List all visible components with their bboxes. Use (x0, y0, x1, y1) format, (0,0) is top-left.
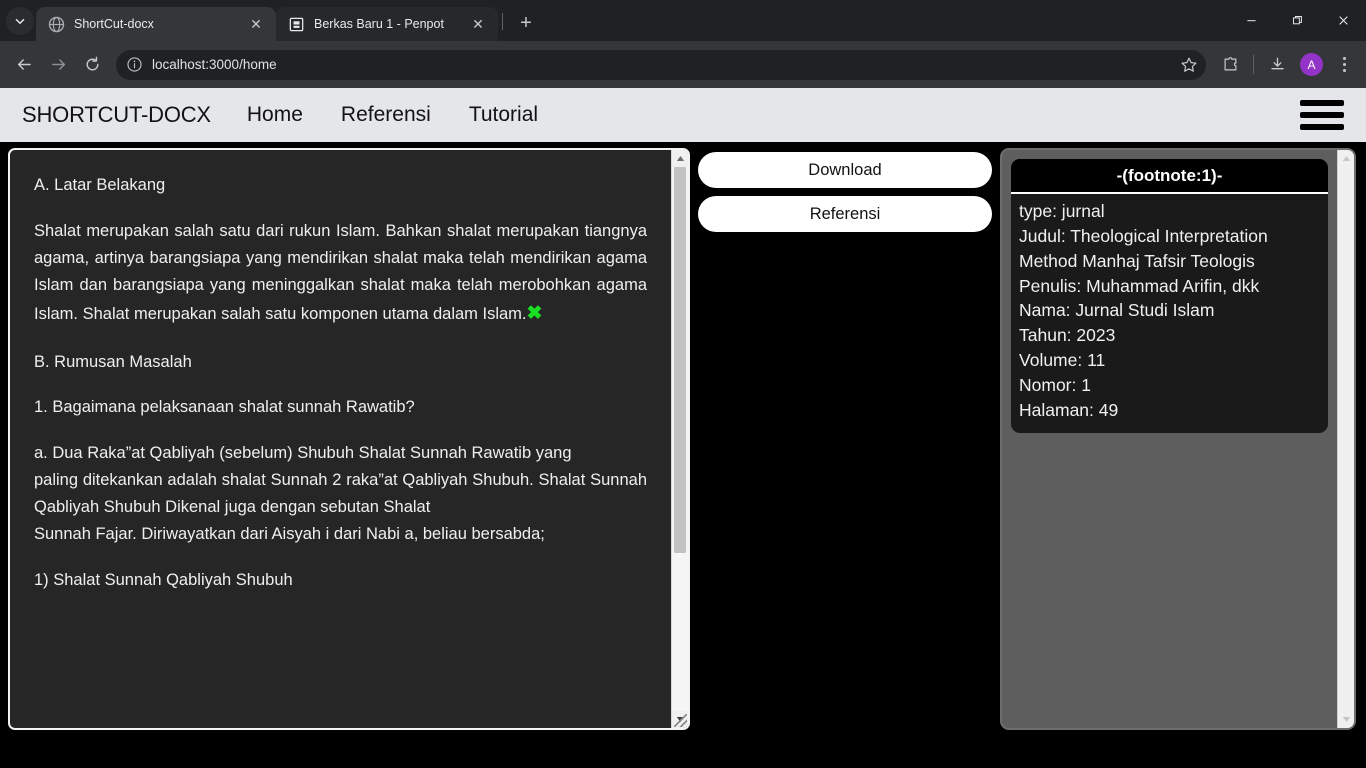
doc-paragraph: B. Rumusan Masalah (34, 352, 192, 371)
app-navbar: SHORTCUT-DOCX Home Referensi Tutorial (0, 88, 1366, 142)
new-tab-button[interactable]: + (511, 8, 541, 38)
hamburger-icon[interactable] (1300, 100, 1344, 130)
info-circle-icon[interactable] (126, 56, 143, 73)
footnote-fields: type: jurnal Judul: Theological Interpre… (1011, 194, 1328, 423)
reference-column: -(footnote:1)- type: jurnal Judul: Theol… (1000, 148, 1366, 730)
caret-up-icon (676, 156, 684, 161)
window-minimize-button[interactable] (1228, 0, 1274, 41)
scrollbar-up-button[interactable] (1338, 150, 1354, 167)
forward-arrow-icon (51, 59, 65, 70)
doc-paragraph: 1. Bagaimana pelaksanaan shalat sunnah R… (34, 398, 415, 417)
document-panel[interactable]: A. Latar Belakang Shalat merupakan salah… (8, 148, 690, 730)
url-text[interactable]: localhost:3000/home (152, 57, 1171, 72)
window-close-button[interactable] (1320, 0, 1366, 41)
tab-search-button[interactable] (6, 7, 34, 35)
restore-icon (1292, 15, 1302, 25)
app-main: A. Latar Belakang Shalat merupakan salah… (0, 142, 1366, 768)
referensi-button[interactable]: Referensi (698, 196, 992, 232)
scrollbar-up-button[interactable] (672, 150, 688, 167)
scrollbar-track[interactable] (672, 167, 688, 711)
caret-down-icon (1342, 717, 1350, 722)
window-maximize-button[interactable] (1274, 0, 1320, 41)
tab-close-icon[interactable]: ✕ (468, 14, 488, 34)
document-content[interactable]: A. Latar Belakang Shalat merupakan salah… (10, 150, 671, 728)
document-scrollbar[interactable] (671, 150, 688, 728)
browser-tab-shortcut-docx[interactable]: ShortCut-docx ✕ (36, 7, 276, 41)
reload-icon (86, 56, 98, 71)
close-icon (1338, 16, 1348, 25)
star-icon[interactable] (1180, 56, 1198, 74)
browser-toolbar: localhost:3000/home A (0, 41, 1366, 88)
resize-grip-icon[interactable] (674, 714, 687, 727)
doc-paragraph: paling ditekankan adalah shalat Sunnah 2… (34, 471, 647, 517)
doc-paragraph: Sunnah Fajar. Diriwayatkan dari Aisyah i… (34, 524, 545, 543)
footnote-card-title: -(footnote:1)- (1011, 159, 1328, 194)
globe-icon (48, 16, 65, 33)
kebab-menu-icon (1342, 57, 1346, 60)
doc-paragraph-text: Shalat merupakan salah satu dari rukun I… (34, 221, 647, 323)
doc-paragraph: Shalat merupakan salah satu dari rukun I… (34, 218, 647, 330)
footnote-field-volume: Volume: 11 (1019, 350, 1106, 371)
back-arrow-icon (17, 59, 31, 70)
browser-menu-button[interactable] (1330, 50, 1358, 80)
reference-list: -(footnote:1)- type: jurnal Judul: Theol… (1002, 150, 1337, 728)
toolbar-divider (1253, 55, 1254, 74)
footnote-card[interactable]: -(footnote:1)- type: jurnal Judul: Theol… (1011, 159, 1328, 433)
document-column: A. Latar Belakang Shalat merupakan salah… (0, 148, 690, 730)
caret-up-icon (1342, 156, 1350, 161)
address-bar[interactable]: localhost:3000/home (116, 49, 1206, 80)
tab-separator (502, 13, 503, 30)
downloads-button[interactable] (1261, 49, 1293, 81)
footnote-field-nomor: Nomor: 1 (1019, 374, 1091, 395)
extensions-puzzle-icon (1224, 57, 1236, 71)
doc-paragraph: A. Latar Belakang (34, 176, 166, 194)
nav-link-tutorial[interactable]: Tutorial (469, 103, 538, 127)
tab-close-icon[interactable]: ✕ (246, 14, 266, 34)
tab-title: ShortCut-docx (74, 17, 154, 31)
footnote-field-nama: Nama: Jurnal Studi Islam (1019, 300, 1215, 321)
footnote-field-type: type: jurnal (1019, 201, 1105, 221)
footnote-field-tahun: Tahun: 2023 (1019, 325, 1116, 346)
scrollbar-thumb[interactable] (674, 167, 686, 554)
browser-chrome: ShortCut-docx ✕ Berkas Baru 1 - Penpot ✕… (0, 0, 1366, 88)
reference-panel[interactable]: -(footnote:1)- type: jurnal Judul: Theol… (1000, 148, 1356, 730)
reload-button[interactable] (76, 49, 108, 81)
penpot-icon (288, 16, 305, 33)
extensions-button[interactable] (1214, 49, 1246, 81)
profile-avatar[interactable]: A (1300, 53, 1323, 76)
back-button[interactable] (8, 49, 40, 81)
footnote-field-halaman: Halaman: 49 (1019, 399, 1119, 420)
scrollbar-track[interactable] (1338, 167, 1354, 711)
window-controls (1228, 0, 1366, 41)
scrollbar-down-button[interactable] (1338, 711, 1354, 728)
download-tray-icon (1270, 57, 1284, 70)
tab-strip: ShortCut-docx ✕ Berkas Baru 1 - Penpot ✕… (0, 0, 1366, 41)
reference-scrollbar[interactable] (1337, 150, 1354, 728)
app-brand[interactable]: SHORTCUT-DOCX (22, 102, 211, 128)
forward-button[interactable] (42, 49, 74, 81)
nav-link-home[interactable]: Home (247, 103, 303, 127)
nav-link-referensi[interactable]: Referensi (341, 103, 431, 127)
footnote-field-penulis: Penulis: Muhammad Arifin, dkk (1019, 275, 1260, 296)
check-marker-icon: ✖ (526, 302, 543, 324)
minimize-icon (1246, 20, 1256, 22)
footnote-field-judul: Judul: Theological Interpretation Method… (1019, 225, 1268, 271)
download-button[interactable]: Download (698, 152, 992, 188)
action-column: Download Referensi (690, 148, 1000, 232)
browser-tab-penpot[interactable]: Berkas Baru 1 - Penpot ✕ (276, 7, 498, 41)
chevron-down-icon (15, 18, 25, 25)
doc-paragraph: a. Dua Raka”at Qabliyah (sebelum) Shubuh… (34, 444, 572, 463)
tab-title: Berkas Baru 1 - Penpot (314, 17, 444, 31)
doc-paragraph: 1) Shalat Sunnah Qabliyah Shubuh (34, 570, 293, 589)
